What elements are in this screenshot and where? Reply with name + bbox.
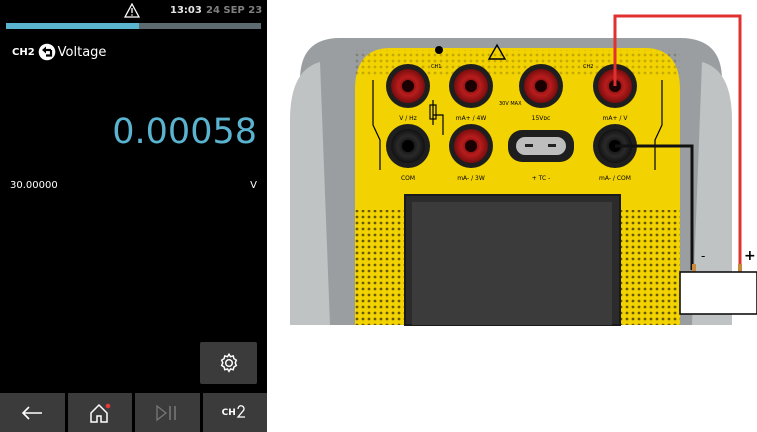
channel-function-selector[interactable]: CH2 Voltage xyxy=(12,42,106,62)
gear-icon xyxy=(220,352,237,373)
progress-bar-fill xyxy=(6,23,139,29)
terminal-label: + TC - xyxy=(532,175,551,182)
channel-select-button[interactable]: CH xyxy=(202,393,267,432)
status-time: 13:03 xyxy=(170,5,202,16)
return-arrow-icon xyxy=(38,43,55,61)
settings-button[interactable] xyxy=(200,342,257,384)
instrument-photo: CH1 CH2 30V MAX V / Hz mA+ / 4W 15Vᴅᴄ mA… xyxy=(290,14,757,326)
source-plus-label: + xyxy=(744,248,756,264)
back-button[interactable] xyxy=(0,393,65,432)
back-arrow-icon xyxy=(22,405,43,420)
channel-label: CH2 xyxy=(12,46,35,58)
range-value: 30.00000 xyxy=(10,180,58,191)
bottom-nav-bar: CH xyxy=(0,393,267,432)
status-bar: 13:03 24 SEP 23 xyxy=(0,0,267,30)
max-voltage-mark: 30V MAX xyxy=(499,101,522,107)
warning-icon xyxy=(124,3,140,18)
terminal-label: 15Vᴅᴄ xyxy=(532,115,551,122)
terminal-label: V / Hz xyxy=(399,115,417,122)
source-minus-label: - xyxy=(701,249,705,263)
terminal-label: mA- / COM xyxy=(599,175,631,182)
channel-select-icon xyxy=(236,404,245,418)
measurement-unit: V xyxy=(250,180,257,191)
terminal-label: mA+ / V xyxy=(603,115,629,122)
terminal-label: mA+ / 4W xyxy=(456,115,487,122)
terminal-label: COM xyxy=(401,175,415,182)
ch1-mark: CH1 xyxy=(431,64,441,70)
play-pause-icon xyxy=(156,404,177,421)
play-pause-button[interactable] xyxy=(135,393,200,432)
ch2-mark: CH2 xyxy=(583,64,593,70)
home-icon xyxy=(90,403,111,423)
progress-bar xyxy=(6,23,261,29)
measurement-reading: 0.00058 xyxy=(112,112,257,152)
device-screen: 13:03 24 SEP 23 CH2 Voltage 0.00058 30.0… xyxy=(0,0,267,432)
channel-select-label: CH xyxy=(221,407,236,418)
status-date: 24 SEP 23 xyxy=(206,5,263,16)
function-label: Voltage xyxy=(57,44,107,60)
home-button[interactable] xyxy=(67,393,132,432)
terminal-label: mA- / 3W xyxy=(457,175,485,182)
